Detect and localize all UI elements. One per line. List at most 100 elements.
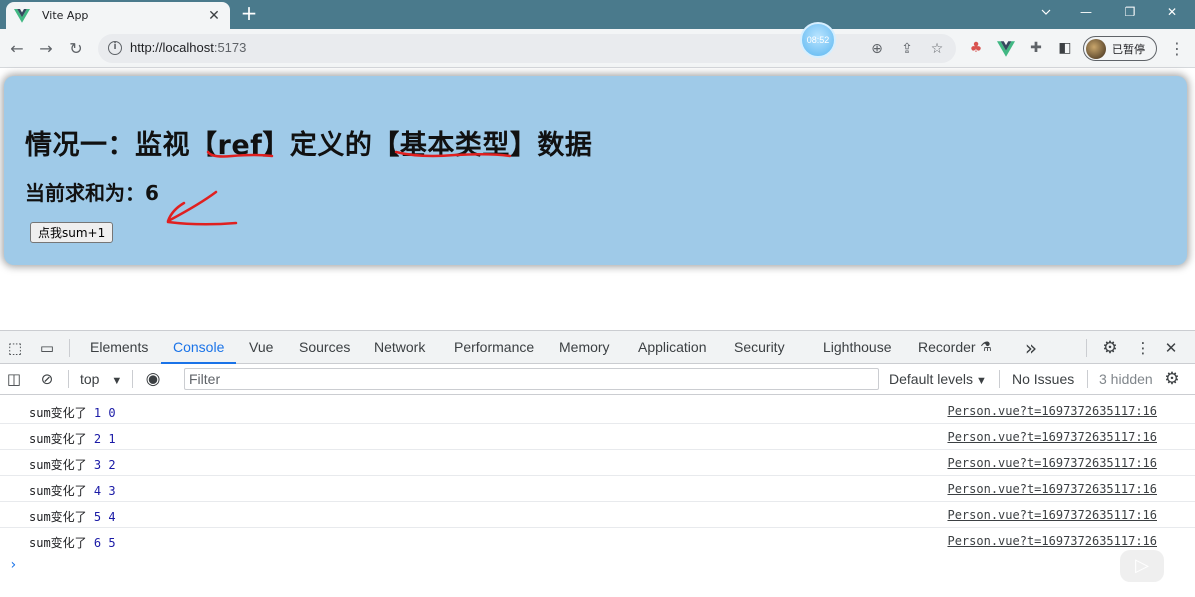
- tab-security[interactable]: Security: [734, 331, 785, 364]
- console-settings-gear-icon[interactable]: ⚙: [1162, 369, 1182, 389]
- log-message: sum变化了 6 5: [29, 534, 116, 551]
- log-levels-dropdown[interactable]: Default levels ▼: [889, 371, 987, 387]
- log-prefix: sum变化了: [29, 458, 87, 472]
- tab-title: Vite App: [42, 9, 89, 22]
- tab-performance[interactable]: Performance: [454, 331, 534, 364]
- back-arrow-icon[interactable]: ←: [6, 38, 28, 60]
- browser-tab[interactable]: Vite App ✕: [6, 2, 230, 29]
- log-prefix: sum变化了: [29, 432, 87, 446]
- log-prefix: sum变化了: [29, 510, 87, 524]
- window-minimize-button[interactable]: —: [1066, 0, 1106, 24]
- extension-org-chart-icon[interactable]: ♣: [967, 39, 985, 57]
- devtools-close-icon[interactable]: ✕: [1161, 338, 1181, 358]
- bookmark-star-icon[interactable]: ☆: [928, 40, 946, 58]
- person-card: 情况一：监视【ref】定义的【基本类型】数据 当前求和为：6 点我sum+1: [4, 76, 1187, 265]
- window-restore-button[interactable]: ❐: [1110, 0, 1150, 24]
- vue-devtools-extension-icon[interactable]: [997, 39, 1015, 57]
- forward-arrow-icon[interactable]: →: [35, 38, 57, 60]
- tab-memory[interactable]: Memory: [559, 331, 610, 364]
- tab-vue[interactable]: Vue: [249, 331, 273, 364]
- tab-sources[interactable]: Sources: [299, 331, 350, 364]
- log-new-value: 1: [93, 406, 102, 420]
- toolbar-divider: [999, 370, 1000, 388]
- reload-icon[interactable]: ↻: [65, 38, 87, 60]
- log-message: sum变化了 5 4: [29, 508, 116, 525]
- log-source-link[interactable]: Person.vue?t=1697372635117:16: [947, 534, 1157, 548]
- log-prefix: sum变化了: [29, 484, 87, 498]
- toolbar-divider: [1086, 339, 1087, 357]
- video-play-overlay-icon: ▷: [1120, 550, 1164, 582]
- console-filter-input[interactable]: [184, 368, 879, 390]
- more-tabs-chevron-icon[interactable]: »: [1021, 338, 1041, 358]
- url-port: :5173: [213, 40, 247, 55]
- log-source-link[interactable]: Person.vue?t=1697372635117:16: [947, 508, 1157, 522]
- tab-search-icon[interactable]: [1026, 0, 1066, 24]
- log-new-value: 6: [93, 536, 102, 550]
- inspect-element-icon[interactable]: ⬚: [5, 338, 25, 358]
- sum-label: 当前求和为：: [25, 181, 145, 205]
- browser-toolbar: ← → ↻ i http://localhost:5173 ⊕ ⇪ ☆ ♣ ✚ …: [0, 29, 1195, 68]
- profile-label: 已暂停: [1112, 42, 1145, 56]
- toolbar-divider: [69, 339, 70, 357]
- profile-button[interactable]: 已暂停: [1083, 36, 1157, 61]
- console-log-row: sum变化了 5 4 Person.vue?t=1697372635117:16: [0, 502, 1195, 528]
- device-toolbar-icon[interactable]: ▭: [37, 338, 57, 358]
- side-panel-icon[interactable]: ◧: [1056, 39, 1074, 57]
- tab-console[interactable]: Console: [161, 331, 237, 364]
- issues-counter[interactable]: No Issues: [1012, 371, 1074, 387]
- caret-down-icon: ▼: [111, 375, 123, 387]
- levels-label: Default levels: [889, 371, 974, 387]
- page-viewport: 情况一：监视【ref】定义的【基本类型】数据 当前求和为：6 点我sum+1: [0, 68, 1195, 330]
- log-source-link[interactable]: Person.vue?t=1697372635117:16: [947, 404, 1157, 418]
- tab-lighthouse[interactable]: Lighthouse: [823, 331, 892, 364]
- log-source-link[interactable]: Person.vue?t=1697372635117:16: [947, 456, 1157, 470]
- live-expression-eye-icon[interactable]: ◉: [143, 369, 163, 389]
- extensions-puzzle-icon[interactable]: ✚: [1027, 39, 1045, 57]
- url-text[interactable]: http://localhost:5173: [130, 40, 246, 55]
- increment-sum-button[interactable]: 点我sum+1: [30, 222, 114, 243]
- devtools-panel: ⬚ ▭ Elements Console Vue Sources Network…: [0, 330, 1195, 597]
- log-message: sum变化了 1 0: [29, 404, 116, 421]
- console-log-row: sum变化了 3 2 Person.vue?t=1697372635117:16: [0, 450, 1195, 476]
- devtools-menu-icon[interactable]: ⋮: [1133, 338, 1153, 358]
- share-icon[interactable]: ⇪: [898, 40, 916, 58]
- log-prefix: sum变化了: [29, 406, 87, 420]
- site-info-icon[interactable]: i: [108, 41, 122, 55]
- tab-close-icon[interactable]: ✕: [206, 8, 222, 24]
- log-source-link[interactable]: Person.vue?t=1697372635117:16: [947, 430, 1157, 444]
- sum-display: 当前求和为：6: [25, 177, 159, 206]
- tab-network[interactable]: Network: [374, 331, 425, 364]
- log-prefix: sum变化了: [29, 536, 87, 550]
- tab-application[interactable]: Application: [638, 331, 707, 364]
- browser-menu-icon[interactable]: ⋮: [1168, 38, 1186, 60]
- new-tab-button[interactable]: +: [238, 3, 260, 25]
- window-close-button[interactable]: ✕: [1152, 0, 1192, 24]
- toolbar-divider: [1087, 370, 1088, 388]
- tab-recorder[interactable]: Recorder: [918, 331, 976, 364]
- log-old-value: 1: [108, 432, 116, 446]
- hidden-messages-count: 3 hidden: [1099, 371, 1153, 387]
- sidebar-toggle-icon[interactable]: ◫: [4, 369, 24, 389]
- log-old-value: 2: [108, 458, 116, 472]
- clear-console-icon[interactable]: ⊘: [37, 369, 57, 389]
- recording-timer-badge: 08:52: [800, 22, 836, 58]
- log-new-value: 4: [93, 484, 102, 498]
- settings-gear-icon[interactable]: ⚙: [1100, 338, 1120, 358]
- devtools-tab-strip: ⬚ ▭ Elements Console Vue Sources Network…: [0, 331, 1195, 364]
- console-log-row: sum变化了 1 0 Person.vue?t=1697372635117:16: [0, 398, 1195, 424]
- console-log-row: sum变化了 2 1 Person.vue?t=1697372635117:16: [0, 424, 1195, 450]
- tab-elements[interactable]: Elements: [90, 331, 148, 364]
- toolbar-divider: [132, 370, 133, 388]
- zoom-icon[interactable]: ⊕: [868, 40, 886, 58]
- context-select[interactable]: top ▼: [80, 371, 122, 387]
- console-log-row: sum变化了 6 5 Person.vue?t=1697372635117:16: [0, 528, 1195, 554]
- log-old-value: 5: [108, 536, 116, 550]
- log-message: sum变化了 3 2: [29, 456, 116, 473]
- toolbar-divider: [68, 370, 69, 388]
- vue-logo-icon: [14, 8, 30, 23]
- page-title: 情况一：监视【ref】定义的【基本类型】数据: [25, 130, 593, 161]
- url-host: http://localhost: [130, 40, 214, 55]
- console-toolbar: ◫ ⊘ top ▼ ◉ Default levels▼ No Issues 3 …: [0, 364, 1195, 395]
- console-prompt-chevron-icon[interactable]: ›: [9, 557, 17, 573]
- log-source-link[interactable]: Person.vue?t=1697372635117:16: [947, 482, 1157, 496]
